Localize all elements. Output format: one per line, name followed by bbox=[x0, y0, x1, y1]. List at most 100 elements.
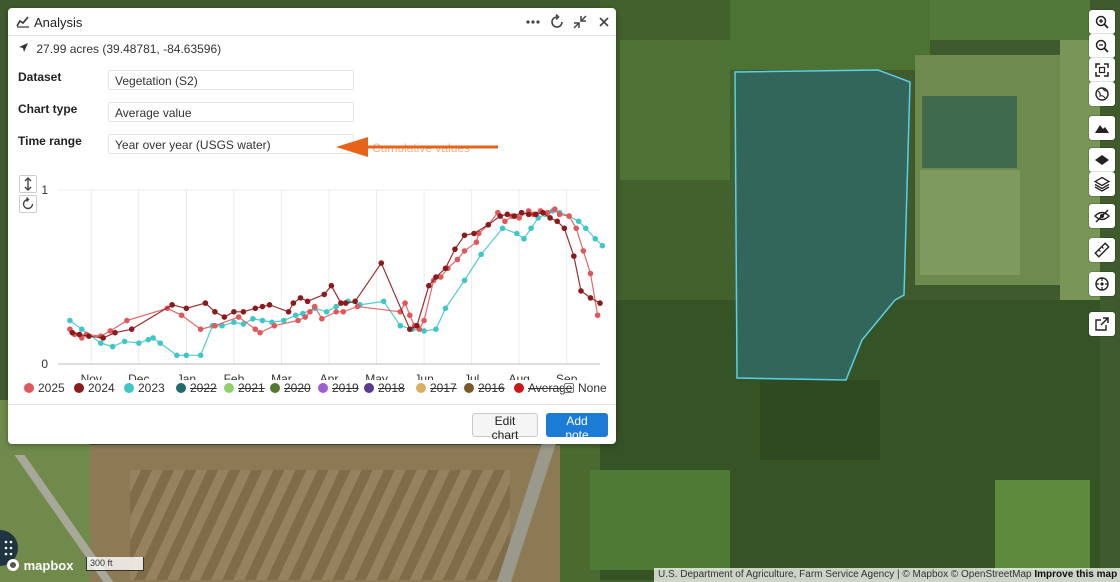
data-point-2025[interactable] bbox=[311, 303, 318, 310]
data-point-2023[interactable] bbox=[592, 235, 599, 242]
data-point-2024[interactable] bbox=[321, 291, 328, 298]
data-point-2024[interactable] bbox=[352, 298, 358, 305]
legend-item-2021[interactable]: 2021 bbox=[224, 381, 265, 395]
legend-item-2016[interactable]: 2016 bbox=[464, 381, 505, 395]
data-point-2023[interactable] bbox=[259, 317, 266, 324]
data-point-2025[interactable] bbox=[257, 329, 263, 336]
data-point-2025[interactable] bbox=[473, 239, 480, 245]
data-point-2023[interactable] bbox=[599, 242, 606, 249]
chart-type-select[interactable]: Average value bbox=[108, 102, 354, 122]
data-point-2023[interactable] bbox=[442, 305, 449, 312]
data-point-2024[interactable] bbox=[485, 222, 492, 228]
data-point-2024[interactable] bbox=[547, 215, 553, 221]
refresh-icon[interactable] bbox=[548, 13, 566, 31]
data-point-2025[interactable] bbox=[573, 225, 580, 232]
data-point-2024[interactable] bbox=[561, 225, 568, 232]
data-point-2024[interactable] bbox=[86, 333, 92, 339]
edit-chart-button[interactable]: Edit chart bbox=[472, 413, 538, 442]
data-point-2025[interactable] bbox=[354, 303, 361, 310]
data-point-2023[interactable] bbox=[183, 352, 190, 359]
data-point-2024[interactable] bbox=[414, 322, 420, 329]
data-point-2024[interactable] bbox=[240, 309, 247, 315]
layers-button[interactable] bbox=[1089, 172, 1115, 196]
data-point-2025[interactable] bbox=[124, 317, 130, 324]
field-polygon[interactable] bbox=[734, 69, 911, 381]
data-point-2023[interactable] bbox=[582, 225, 589, 232]
data-point-2024[interactable] bbox=[252, 305, 259, 312]
data-point-2024[interactable] bbox=[128, 326, 135, 332]
data-point-2025[interactable] bbox=[178, 312, 185, 319]
data-point-2023[interactable] bbox=[521, 235, 527, 242]
data-point-2025[interactable] bbox=[516, 215, 522, 221]
data-point-2024[interactable] bbox=[452, 246, 458, 252]
legend-item-2022[interactable]: 2022 bbox=[176, 381, 217, 395]
data-point-2023[interactable] bbox=[292, 312, 299, 319]
data-point-2025[interactable] bbox=[461, 248, 468, 254]
data-point-2025[interactable] bbox=[566, 213, 572, 219]
data-point-2025[interactable] bbox=[302, 314, 309, 320]
visibility-button[interactable] bbox=[1089, 204, 1115, 228]
data-point-2024[interactable] bbox=[407, 326, 413, 332]
data-point-2024[interactable] bbox=[202, 300, 209, 306]
vegetation-chart[interactable]: Nov Dec Jan Feb Mar Apr May Jun Jul Aug Sep 1 0 bbox=[8, 174, 616, 380]
data-point-2024[interactable] bbox=[442, 265, 449, 272]
data-point-2025[interactable] bbox=[271, 322, 278, 329]
data-point-2025[interactable] bbox=[235, 314, 242, 320]
data-point-2024[interactable] bbox=[587, 295, 594, 301]
data-point-2024[interactable] bbox=[183, 305, 190, 312]
data-point-2024[interactable] bbox=[221, 314, 228, 320]
zoom-in-button[interactable] bbox=[1089, 10, 1115, 34]
data-point-2024[interactable] bbox=[342, 300, 349, 306]
legend-item-none[interactable]: None bbox=[564, 381, 607, 395]
terrain-button[interactable] bbox=[1089, 116, 1115, 140]
data-point-2023[interactable] bbox=[478, 251, 484, 258]
data-point-2024[interactable] bbox=[266, 302, 273, 308]
fit-bounds-button[interactable] bbox=[1089, 58, 1115, 82]
legend-item-2019[interactable]: 2019 bbox=[318, 381, 359, 395]
data-point-2024[interactable] bbox=[533, 211, 539, 218]
data-point-2023[interactable] bbox=[174, 352, 180, 359]
data-point-2024[interactable] bbox=[231, 309, 237, 315]
data-point-2023[interactable] bbox=[157, 340, 164, 346]
data-point-2025[interactable] bbox=[340, 309, 347, 315]
time-range-select[interactable]: Year over year (USGS water) bbox=[108, 134, 354, 154]
data-point-2023[interactable] bbox=[145, 336, 152, 343]
data-point-2025[interactable] bbox=[107, 328, 114, 334]
data-point-2025[interactable] bbox=[552, 206, 558, 212]
data-point-2023[interactable] bbox=[150, 335, 156, 341]
more-options-icon[interactable] bbox=[524, 13, 542, 31]
data-point-2025[interactable] bbox=[212, 322, 218, 329]
data-point-2023[interactable] bbox=[281, 317, 287, 324]
data-point-2023[interactable] bbox=[528, 225, 534, 232]
data-point-2024[interactable] bbox=[297, 295, 304, 301]
data-point-2024[interactable] bbox=[525, 211, 532, 218]
data-point-2023[interactable] bbox=[121, 338, 128, 345]
data-point-2024[interactable] bbox=[76, 331, 83, 338]
reset-zoom-button[interactable] bbox=[19, 195, 37, 213]
data-point-2023[interactable] bbox=[461, 277, 468, 284]
data-point-2024[interactable] bbox=[290, 300, 297, 306]
data-point-2024[interactable] bbox=[169, 302, 175, 308]
data-point-2024[interactable] bbox=[504, 211, 511, 218]
data-point-2024[interactable] bbox=[571, 253, 577, 259]
vertical-expand-button[interactable] bbox=[19, 175, 37, 193]
data-point-2024[interactable] bbox=[112, 329, 118, 336]
data-point-2024[interactable] bbox=[554, 218, 561, 225]
data-point-2025[interactable] bbox=[333, 309, 339, 315]
data-point-2025[interactable] bbox=[556, 211, 563, 218]
globe-button[interactable] bbox=[1089, 82, 1115, 106]
data-point-2023[interactable] bbox=[433, 326, 439, 332]
data-point-2025[interactable] bbox=[594, 312, 601, 319]
legend-item-2025[interactable]: 2025 bbox=[24, 381, 65, 395]
data-point-2024[interactable] bbox=[540, 209, 546, 216]
measure-button[interactable] bbox=[1089, 238, 1115, 262]
data-point-2025[interactable] bbox=[295, 317, 301, 324]
attribution-text[interactable]: U.S. Department of Agriculture, Farm Ser… bbox=[658, 569, 1032, 580]
data-point-2025[interactable] bbox=[407, 312, 413, 319]
legend-item-2018[interactable]: 2018 bbox=[364, 381, 405, 395]
data-point-2023[interactable] bbox=[575, 218, 582, 225]
data-point-2025[interactable] bbox=[454, 256, 461, 263]
data-point-2023[interactable] bbox=[421, 328, 427, 334]
data-point-2024[interactable] bbox=[285, 309, 292, 315]
data-point-2023[interactable] bbox=[397, 322, 404, 329]
